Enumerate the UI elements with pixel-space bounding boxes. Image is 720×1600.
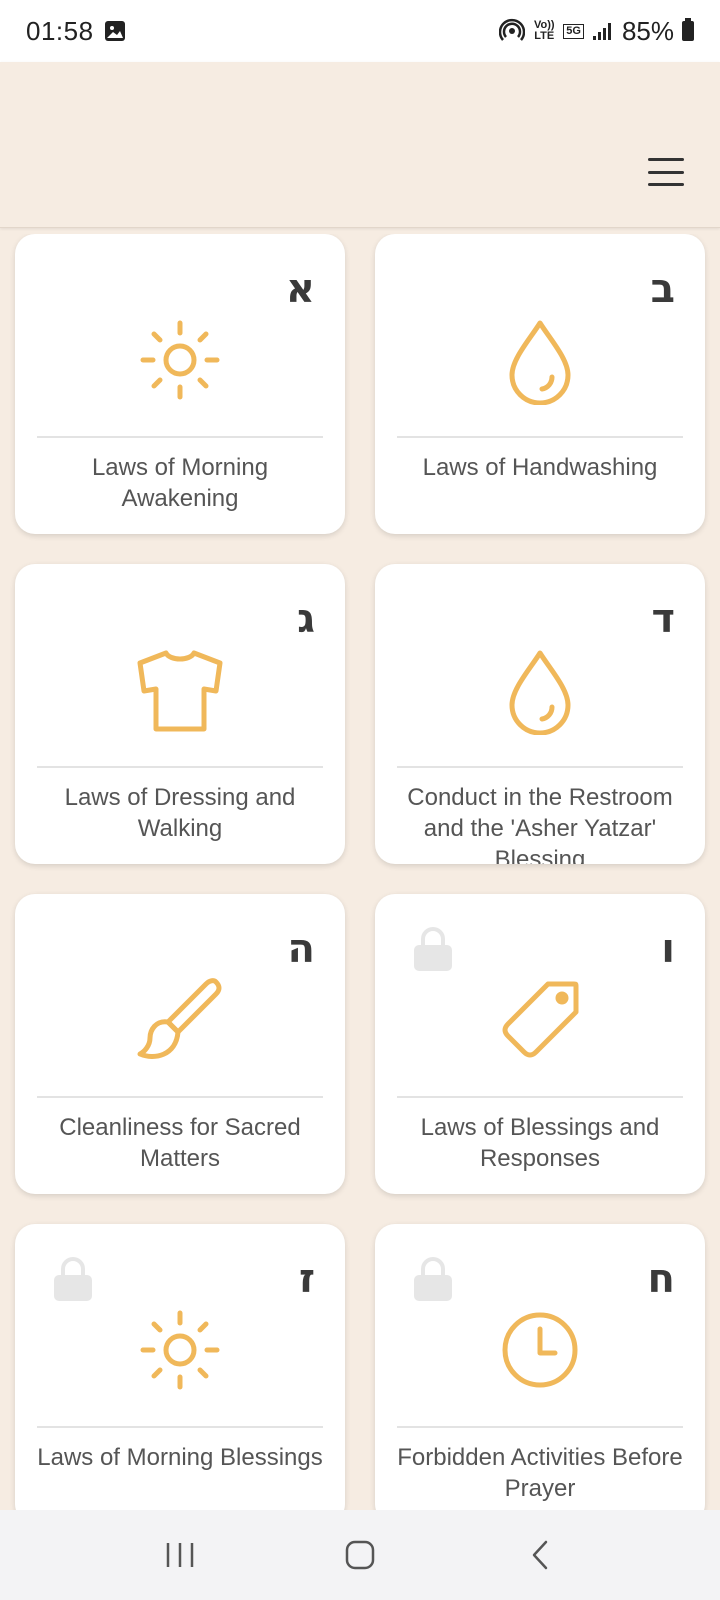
chapter-title: Laws of Blessings and Responses bbox=[420, 1114, 660, 1172]
chapter-card-8[interactable]: ח Forbidden Activities Before Prayer bbox=[375, 1224, 705, 1510]
chapter-title: Laws of Dressing and Walking bbox=[64, 784, 296, 842]
card-divider bbox=[37, 1426, 323, 1428]
chapter-letter: ז bbox=[298, 1256, 315, 1302]
battery-icon bbox=[682, 18, 694, 41]
card-divider bbox=[397, 766, 683, 768]
hamburger-menu-icon[interactable] bbox=[648, 158, 684, 186]
card-divider bbox=[37, 1096, 323, 1098]
chapter-letter: ח bbox=[647, 1256, 675, 1302]
back-icon bbox=[532, 1540, 548, 1570]
card-divider bbox=[397, 1426, 683, 1428]
chapter-title: Laws of Morning Blessings bbox=[37, 1444, 323, 1471]
app-header bbox=[0, 62, 720, 228]
back-button[interactable] bbox=[510, 1535, 570, 1575]
chapter-grid: א Laws of Morning Awakening ב Laws of Ha… bbox=[0, 234, 720, 1510]
card-divider bbox=[37, 766, 323, 768]
card-divider bbox=[37, 436, 323, 438]
home-button[interactable] bbox=[330, 1535, 390, 1575]
sun-icon bbox=[130, 310, 230, 410]
signal-icon bbox=[592, 23, 611, 40]
recent-apps-button[interactable] bbox=[150, 1535, 210, 1575]
chapter-letter: ג bbox=[297, 596, 315, 642]
chapter-letter: ו bbox=[661, 926, 675, 972]
chapter-title: Laws of Morning Awakening bbox=[91, 454, 269, 512]
chapter-title: Forbidden Activities Before Prayer bbox=[397, 1444, 683, 1502]
chapter-letter: ד bbox=[651, 596, 675, 642]
chapter-card-3[interactable]: ג Laws of Dressing and Walking bbox=[15, 564, 345, 864]
card-divider bbox=[397, 436, 683, 438]
system-navigation-bar bbox=[0, 1510, 720, 1600]
card-divider bbox=[397, 1096, 683, 1098]
chapter-letter: א bbox=[285, 266, 315, 312]
chapter-card-4[interactable]: ד Conduct in the Restroom and the 'Asher… bbox=[375, 564, 705, 864]
hotspot-icon bbox=[499, 18, 526, 41]
paintbrush-icon bbox=[130, 970, 230, 1070]
chapter-title: Cleanliness for Sacred Matters bbox=[59, 1114, 301, 1172]
chapter-card-7[interactable]: ז Laws of Morning Blessings bbox=[15, 1224, 345, 1510]
lock-icon bbox=[54, 1257, 92, 1301]
home-icon bbox=[345, 1540, 375, 1570]
lock-icon bbox=[414, 1257, 452, 1301]
volte-indicator: Vo)) LTE bbox=[533, 19, 555, 42]
shirt-icon bbox=[130, 640, 230, 740]
chapter-card-1[interactable]: א Laws of Morning Awakening bbox=[15, 234, 345, 534]
clock-icon bbox=[490, 1300, 590, 1400]
chapter-card-6[interactable]: ו Laws of Blessings and Responses bbox=[375, 894, 705, 1194]
chapter-title: Laws of Handwashing bbox=[422, 454, 658, 481]
chapter-card-5[interactable]: ה Cleanliness for Sacred Matters bbox=[15, 894, 345, 1194]
status-time: 01:58 bbox=[26, 15, 94, 46]
tag-icon bbox=[490, 970, 590, 1070]
5g-indicator: 5G bbox=[563, 23, 584, 39]
chapter-letter: ב bbox=[650, 266, 675, 312]
chapter-card-2[interactable]: ב Laws of Handwashing bbox=[375, 234, 705, 534]
battery-percent: 85% bbox=[621, 15, 674, 46]
recent-apps-icon bbox=[166, 1543, 194, 1567]
water-drop-icon bbox=[490, 310, 590, 410]
lock-icon bbox=[414, 927, 452, 971]
status-bar: 01:58 Vo)) LTE 5G 85% bbox=[0, 0, 720, 62]
chapter-letter: ה bbox=[287, 926, 315, 972]
image-notification-icon bbox=[104, 21, 125, 41]
sun-icon bbox=[130, 1300, 230, 1400]
water-drop-icon bbox=[490, 640, 590, 740]
chapter-title: Conduct in the Restroom and the 'Asher Y… bbox=[407, 784, 673, 864]
